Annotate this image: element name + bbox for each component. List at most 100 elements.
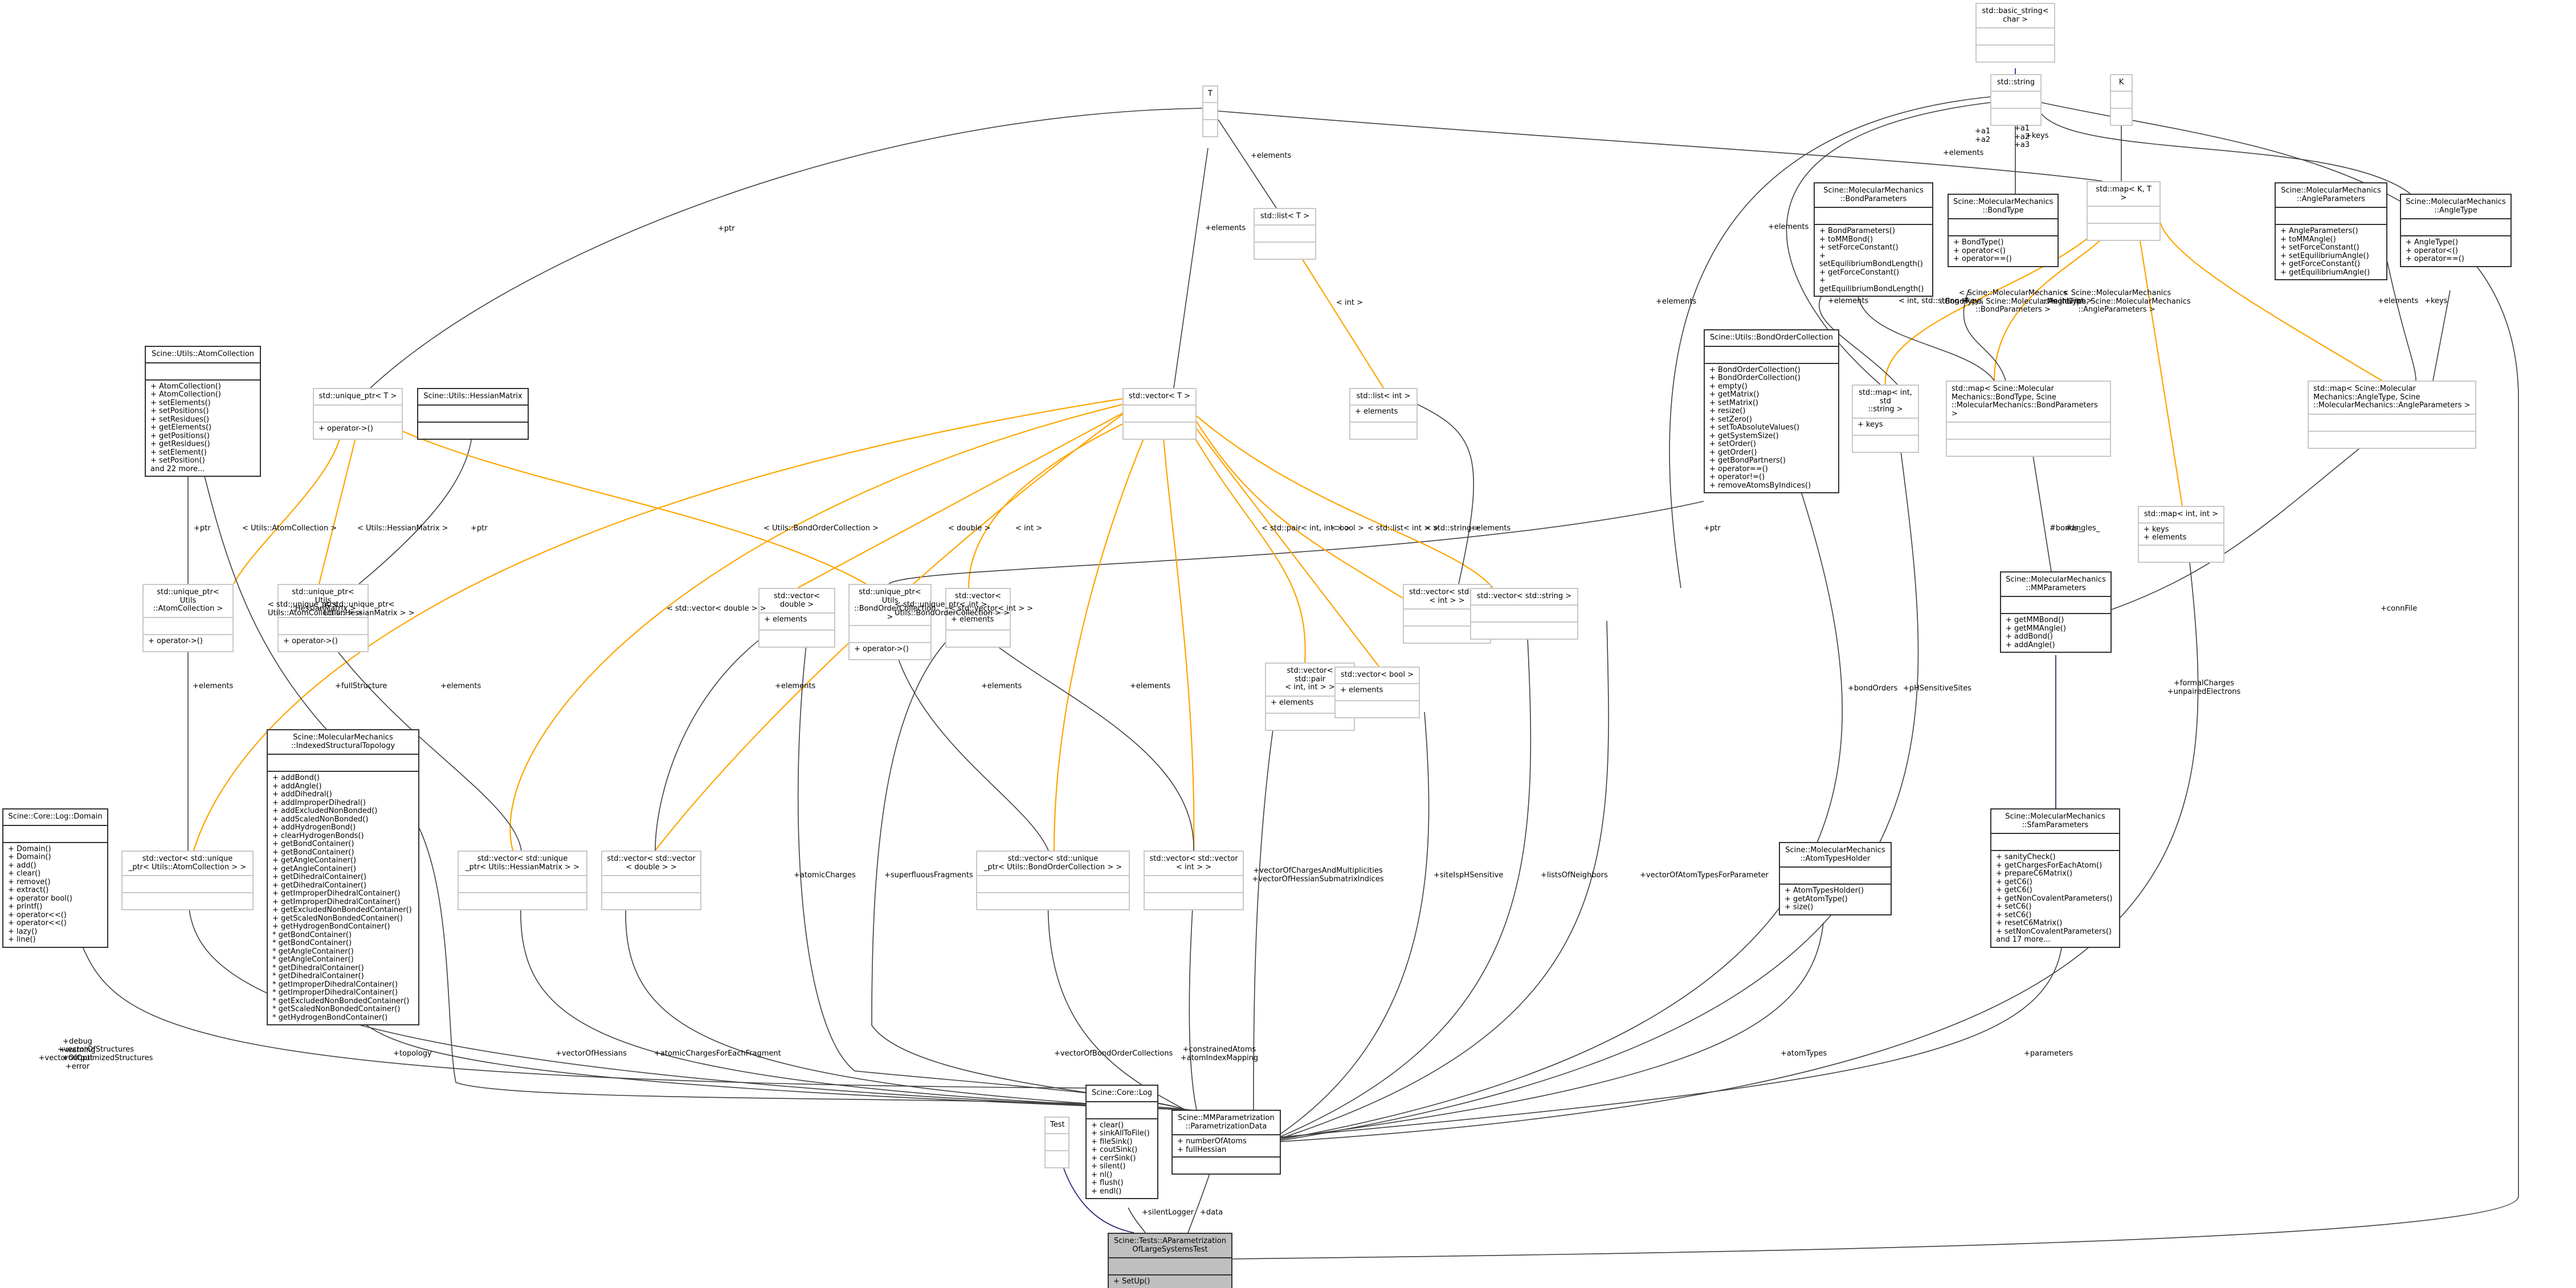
node-bond-order-collection[interactable]: Scine::Utils::BondOrderCollection + BondO… — [1704, 329, 1839, 493]
label-ptr-ac: +ptr — [194, 524, 211, 533]
label-atomic-charges: +atomicCharges — [794, 871, 856, 880]
edge-angleparam-mapangle — [2387, 261, 2416, 381]
node-core-log[interactable]: Scine::Core::Log + clear() + sinkAllToFil… — [1085, 1085, 1158, 1199]
edge-vupboc-vecT — [1053, 421, 1152, 851]
label-atom-types: +atomTypes — [1781, 1049, 1827, 1058]
node-bond-parameters[interactable]: Scine::MolecularMechanics ::BondParamete… — [1814, 182, 1933, 297]
label-angletype-tpl: < Scine::MolecularMechanics ::AngleType,… — [2043, 289, 2191, 314]
edge-T-uniqueptr — [370, 108, 1203, 389]
node-log-domain[interactable]: Scine::Core::Log::Domain + Domain() + Dom… — [2, 808, 108, 948]
node-std-string[interactable]: std::string — [1990, 74, 2042, 126]
edge-upboc-uptr — [387, 424, 867, 584]
node-vector-string[interactable]: std::vector< std::string > — [1470, 588, 1578, 640]
node-unique-ptr-T[interactable]: std::unique_ptr< T > + operator->() — [313, 388, 403, 440]
node-atom-collection[interactable]: Scine::Utils::AtomCollection + AtomCollec… — [145, 346, 261, 477]
label-ph-sites: +pHSensitiveSites — [1903, 684, 1971, 693]
label-data: +data — [1200, 1208, 1223, 1217]
edge-vbool-data — [1280, 712, 1430, 1134]
node-vector-T[interactable]: std::vector< T > — [1122, 388, 1197, 440]
label-ptr-boc: +ptr — [1704, 524, 1721, 533]
label-vec-int-tpl: < std::vector< int > > — [949, 604, 1034, 613]
label-elements-T-list: +elements — [1251, 152, 1292, 160]
node-map-K-T[interactable]: std::map< K, T > — [2087, 181, 2161, 241]
label-formal-charges: +formalCharges +unpairedElectrons — [2167, 679, 2241, 696]
label-atom-types-param: +vectorOfAtomTypesForParameter — [1640, 871, 1769, 880]
edge-listint-vlistint — [1417, 404, 1475, 584]
node-up-hessian[interactable]: std::unique_ptr< Utils ::HessianMatrix >… — [277, 584, 369, 652]
edge-T-map — [1218, 111, 2103, 182]
label-keys-angletype: +keys — [2424, 297, 2448, 305]
label-elements-str-mapstr: +elements — [1768, 223, 1809, 231]
node-list-T[interactable]: std::list< T > — [1254, 208, 1316, 260]
node-angle-parameters[interactable]: Scine::MolecularMechanics ::AngleParamet… — [2275, 182, 2387, 280]
node-test[interactable]: Test — [1044, 1117, 1069, 1168]
edge-listint-list — [1293, 244, 1384, 389]
node-bond-type[interactable]: Scine::MolecularMechanics ::BondType + Bo… — [1948, 194, 2059, 267]
label-elements-vi: +elements — [1130, 682, 1171, 690]
label-lists-neighbors: +listsOfNeighbors — [1541, 871, 1608, 880]
label-up-hm-tpl: < std::unique_ptr< Utils::HessianMatrix … — [324, 600, 415, 618]
edge-mapbond-mm — [2031, 444, 2052, 572]
node-sfam-parameters[interactable]: Scine::MolecularMechanics ::SfamParamete… — [1990, 808, 2120, 948]
node-K[interactable]: K — [2110, 74, 2133, 126]
label-elements-vd: +elements — [775, 682, 816, 690]
edge-sfam-data — [1280, 939, 2063, 1138]
node-vector-up-hessian[interactable]: std::vector< std::unique _ptr< Utils::He… — [458, 851, 587, 910]
node-map-int-int[interactable]: std::map< int, int > + keys + elements — [2138, 506, 2224, 563]
label-ptr-top: +ptr — [718, 224, 735, 233]
edges-layer — [79, 68, 2519, 1260]
label-charges-mult: +vectorOfChargesAndMultiplicities +vecto… — [1252, 866, 1384, 884]
label-elements-angleparam: +elements — [2378, 297, 2419, 305]
node-vector-vector-int[interactable]: std::vector< std::vector < int > > — [1144, 851, 1244, 910]
edge-vd-vecT — [797, 410, 1129, 588]
node-up-atom-collection[interactable]: std::unique_ptr< Utils ::AtomCollection … — [142, 584, 234, 652]
node-vector-bool[interactable]: std::vector< bool > + elements — [1334, 667, 1420, 718]
label-elements-up-hm: +elements — [440, 682, 481, 690]
edge-vvi-data — [1189, 888, 1197, 1110]
label-elements-T-vec: +elements — [1205, 224, 1246, 232]
label-elements-str-vecstr: +elements — [1656, 297, 1697, 306]
node-atom-types-holder[interactable]: Scine::MolecularMechanics ::AtomTypesHol… — [1779, 842, 1892, 915]
edge-vvd-data — [625, 888, 1186, 1110]
node-list-int[interactable]: std::list< int > + elements — [1349, 388, 1418, 440]
label-superfluous: +superfluousFragments — [884, 871, 973, 880]
label-silent-logger: +silentLogger — [1142, 1208, 1194, 1217]
node-map-int-string[interactable]: std::map< int, std ::string > + keys — [1852, 385, 1919, 453]
node-hessian-matrix[interactable]: Scine::Utils::HessianMatrix — [417, 388, 529, 440]
label-angles: #angles_ — [2065, 524, 2100, 533]
label-elements-listint: +elements — [1470, 524, 1511, 533]
node-vector-up-bond-order[interactable]: std::vector< std::unique _ptr< Utils::Bo… — [976, 851, 1130, 910]
node-basic-string[interactable]: std::basic_string< char > — [1975, 3, 2055, 63]
edge-vstring-vecT — [1196, 415, 1493, 588]
edge-vlistint-vecT — [1196, 421, 1403, 599]
label-utils-boc: < Utils::BondOrderCollection > — [764, 524, 879, 533]
node-parametrization-data[interactable]: Scine::MMParametrization ::Parametrizati… — [1171, 1110, 1281, 1175]
node-indexed-topology[interactable]: Scine::MolecularMechanics ::IndexedStruc… — [267, 729, 419, 1025]
label-topology: +topology — [393, 1049, 432, 1058]
label-utils-hm: < Utils::HessianMatrix > — [357, 524, 448, 533]
edge-mapint-map — [2136, 219, 2183, 506]
node-angle-type[interactable]: Scine::MolecularMechanics ::AngleType + A… — [2400, 194, 2512, 267]
label-hessians: +vectorOfHessians — [556, 1049, 627, 1058]
label-full-structure: +fullStructure — [335, 682, 387, 690]
node-vector-double[interactable]: std::vector< double > + elements — [758, 588, 835, 648]
label-elements-T-map: +elements — [1943, 149, 1984, 157]
node-up-bond-order[interactable]: std::unique_ptr< Utils ::BondOrderCollec… — [848, 584, 936, 660]
label-elements-up-boc: +elements — [981, 682, 1022, 690]
node-map-bond[interactable]: std::map< Scine::Molecular Mechanics::Bo… — [1946, 381, 2111, 457]
node-focus-test[interactable]: Scine::Tests::AParametrization OfLargeSy… — [1108, 1233, 1232, 1288]
node-vector-vector-double[interactable]: std::vector< std::vector < double > > — [601, 851, 701, 910]
label-elements-up-ac: +elements — [193, 682, 234, 690]
node-mm-parameters[interactable]: Scine::MolecularMechanics ::MMParameters… — [2000, 571, 2112, 653]
node-vector-int[interactable]: std::vector< int > + elements — [945, 588, 1011, 648]
node-map-angle[interactable]: std::map< Scine::Molecular Mechanics::An… — [2308, 381, 2476, 449]
label-bond-orders: +bondOrders — [1848, 684, 1898, 693]
label-elements-bondparam: +elements — [1828, 297, 1869, 305]
edge-hm-uphm — [358, 421, 473, 584]
label-charges-fragment: +atomicChargesForEachFragment — [654, 1049, 781, 1058]
node-T[interactable]: T — [1202, 85, 1218, 137]
node-vector-up-atom[interactable]: std::vector< std::unique _ptr< Utils::At… — [121, 851, 254, 910]
label-site-ph: +siteIspHSensitive — [1434, 871, 1504, 880]
label-constrained: +constrainedAtoms +atomIndexMapping — [1180, 1045, 1259, 1062]
label-conn-file: +connFile — [2381, 604, 2418, 613]
